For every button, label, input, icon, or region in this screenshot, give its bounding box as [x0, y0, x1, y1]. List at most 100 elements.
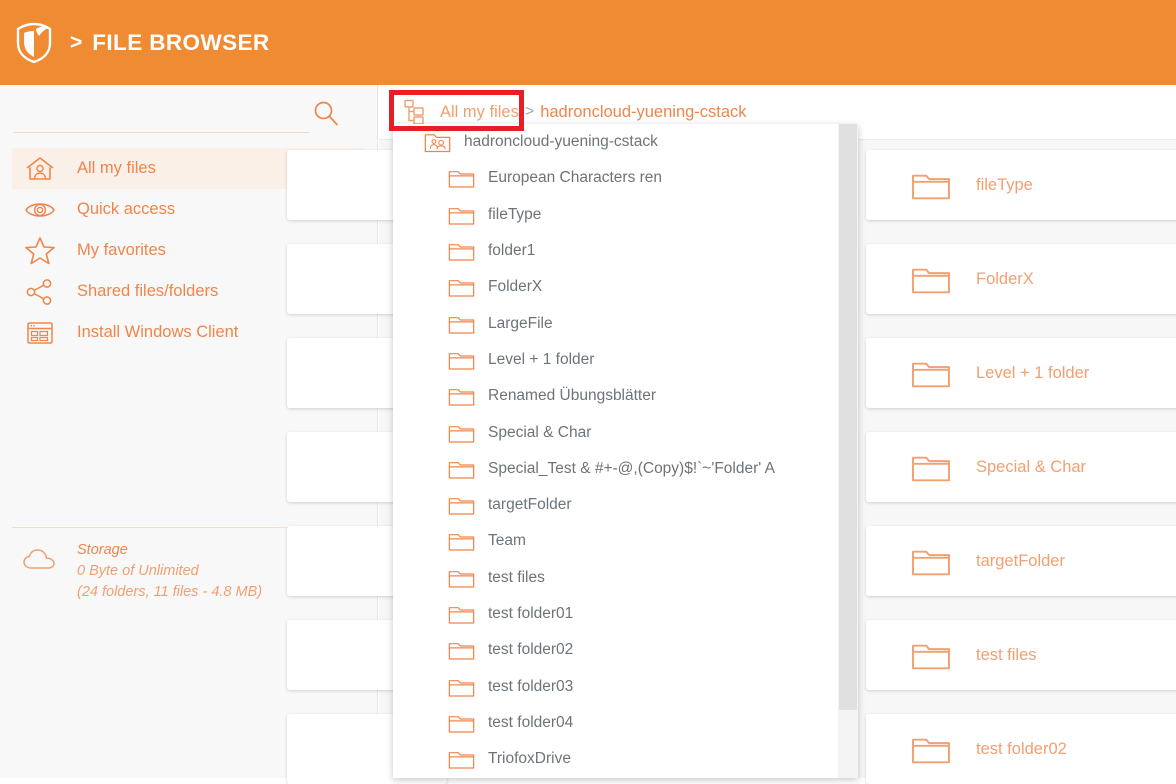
tree-row[interactable]: Level + 1 folder: [393, 342, 838, 378]
tree-row-label: LargeFile: [488, 314, 553, 332]
file-card[interactable]: Special & Char: [866, 432, 1176, 502]
breadcrumb-current[interactable]: hadroncloud-yuening-cstack: [540, 103, 746, 122]
tree-row-label: test folder01: [488, 605, 574, 622]
folder-tree-icon[interactable]: [403, 99, 429, 125]
breadcrumb-root-link[interactable]: All my files: [440, 103, 519, 122]
tree-row-label: fileType: [488, 205, 542, 223]
file-card-label: test folder02: [976, 739, 1067, 758]
storage-details: (24 folders, 11 files - 4.8 MB): [77, 584, 263, 600]
sidebar-item-label: All my files: [77, 159, 156, 177]
tree-row-label: Special & Char: [488, 423, 592, 441]
tree-row[interactable]: TriofoxDrive: [393, 741, 838, 777]
folder-icon: [447, 239, 475, 263]
folder-icon: [447, 638, 475, 662]
file-card-label: FolderX: [976, 269, 1034, 288]
window-app-icon: [22, 318, 58, 348]
tree-row[interactable]: European Characters ren: [393, 160, 838, 196]
tree-row[interactable]: test folder04: [393, 705, 838, 741]
eye-icon: [22, 195, 58, 225]
folder-icon: [447, 457, 475, 481]
folder-icon: [910, 450, 952, 484]
sidebar-item-label: Install Windows Client: [77, 323, 239, 341]
tree-row-label: TriofoxDrive: [488, 750, 571, 768]
storage-title: Storage: [77, 542, 128, 558]
tree-row-label: Renamed Übungsblätter: [488, 387, 657, 405]
tree-row[interactable]: LargeFile: [393, 305, 838, 341]
shared-folder-icon: [423, 130, 451, 154]
tree-row[interactable]: fileType: [393, 197, 838, 233]
tree-row-label: FolderX: [488, 278, 543, 296]
tree-row[interactable]: Special_Test & #+-@,(Copy)$!`~'Folder' A: [393, 451, 838, 487]
folder-icon: [910, 544, 952, 578]
home-user-icon: [22, 154, 58, 184]
file-card[interactable]: test folder02: [866, 714, 1176, 784]
file-card[interactable]: FolderX: [866, 244, 1176, 314]
folder-icon: [447, 711, 475, 735]
folder-icon: [447, 602, 475, 626]
breadcrumb-separator: >: [524, 103, 535, 120]
folder-tree-list[interactable]: hadroncloud-yuening-cstack European Chara…: [393, 124, 838, 778]
share-nodes-icon: [22, 277, 58, 307]
file-card-label: test files: [976, 645, 1037, 664]
folder-icon: [910, 732, 952, 766]
tree-row-label: Level + 1 folder: [488, 350, 595, 368]
tree-row-label: test files: [488, 568, 545, 586]
search-row: [14, 95, 362, 135]
folder-icon: [447, 312, 475, 336]
tree-row-label: folder1: [488, 242, 536, 260]
tree-row-label: Special_Test & #+-@,(Copy)$!`~'Folder' A: [488, 459, 775, 477]
folder-icon: [447, 675, 475, 699]
file-card[interactable]: targetFolder: [866, 526, 1176, 596]
tree-row[interactable]: FolderX: [393, 269, 838, 305]
header-separator: >: [70, 30, 83, 54]
tree-row[interactable]: targetFolder: [393, 487, 838, 523]
tree-row-label: test folder02: [488, 641, 574, 659]
sidebar-item-label: Shared files/folders: [77, 282, 219, 300]
tree-row-label: test folder03: [488, 677, 574, 695]
tree-row[interactable]: Special & Char: [393, 414, 838, 450]
folder-icon: [447, 275, 475, 299]
folder-icon: [447, 566, 475, 590]
tree-scrollbar-thumb[interactable]: [839, 124, 857, 710]
search-icon[interactable]: [312, 99, 340, 127]
tree-row-label: European Characters ren: [488, 169, 663, 187]
folder-icon: [447, 166, 475, 190]
folder-icon: [447, 529, 475, 553]
file-card[interactable]: Level + 1 folder: [866, 338, 1176, 408]
sidebar-item-label: Quick access: [77, 200, 176, 218]
tree-row-label: hadroncloud-yuening-cstack: [464, 133, 658, 151]
file-card[interactable]: test files: [866, 620, 1176, 690]
folder-icon: [447, 421, 475, 445]
file-card-label: targetFolder: [976, 551, 1065, 570]
app-header: > FILE BROWSER: [0, 0, 1176, 85]
file-card[interactable]: fileType: [866, 150, 1176, 220]
tree-scrollbar[interactable]: [838, 124, 858, 778]
search-input[interactable]: [14, 103, 309, 133]
tree-row[interactable]: test folder02: [393, 632, 838, 668]
folder-icon: [447, 348, 475, 372]
folder-icon: [910, 262, 952, 296]
tree-row[interactable]: test folder03: [393, 668, 838, 704]
tree-row[interactable]: folder1: [393, 233, 838, 269]
tree-row[interactable]: Team: [393, 523, 838, 559]
folder-icon: [447, 747, 475, 771]
folder-icon: [447, 203, 475, 227]
folder-icon: [910, 168, 952, 202]
sidebar-item-label: My favorites: [77, 241, 166, 259]
cloud-icon: [22, 545, 58, 575]
folder-icon: [910, 356, 952, 390]
file-card-label: Special & Char: [976, 457, 1087, 476]
tree-row[interactable]: Renamed Übungsblätter: [393, 378, 838, 414]
folder-icon: [910, 638, 952, 672]
tree-row[interactable]: test folder01: [393, 596, 838, 632]
tree-row-label: targetFolder: [488, 496, 572, 514]
star-icon: [22, 236, 58, 266]
file-card-label: Level + 1 folder: [976, 363, 1090, 382]
tree-row-label: test folder04: [488, 713, 574, 731]
tree-row-root[interactable]: hadroncloud-yuening-cstack: [393, 124, 838, 160]
tree-row[interactable]: test files: [393, 560, 838, 596]
shield-logo-icon[interactable]: [12, 19, 56, 67]
storage-usage: 0 Byte of Unlimited: [77, 563, 199, 579]
folder-icon: [447, 384, 475, 408]
folder-icon: [447, 493, 475, 517]
